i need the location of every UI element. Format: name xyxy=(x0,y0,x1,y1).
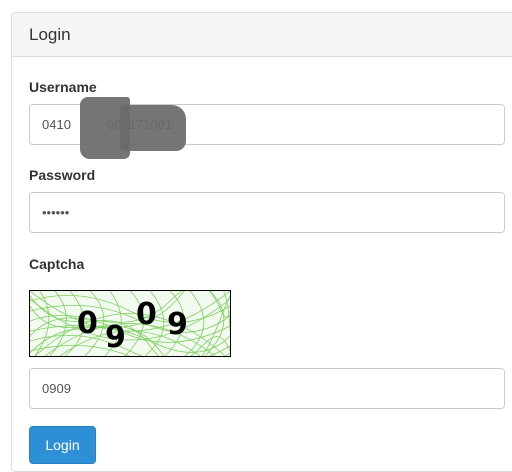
password-label: Password xyxy=(29,167,96,183)
username-label: Username xyxy=(29,79,97,95)
redaction-mark xyxy=(120,105,186,151)
login-panel: Login Username Password Captcha xyxy=(11,12,512,472)
password-input[interactable] xyxy=(29,192,505,233)
captcha-char-4: 9 xyxy=(167,307,188,342)
captcha-image: 0 9 0 9 xyxy=(29,290,231,357)
captcha-char-2: 9 xyxy=(105,320,126,355)
captcha-noise: 0 9 0 9 xyxy=(30,291,230,356)
panel-title: Login xyxy=(12,13,512,57)
captcha-char-1: 0 xyxy=(77,306,98,341)
captcha-input[interactable] xyxy=(29,368,505,409)
captcha-label: Captcha xyxy=(29,256,85,272)
login-button[interactable]: Login xyxy=(29,426,96,464)
captcha-char-3: 0 xyxy=(136,297,157,332)
